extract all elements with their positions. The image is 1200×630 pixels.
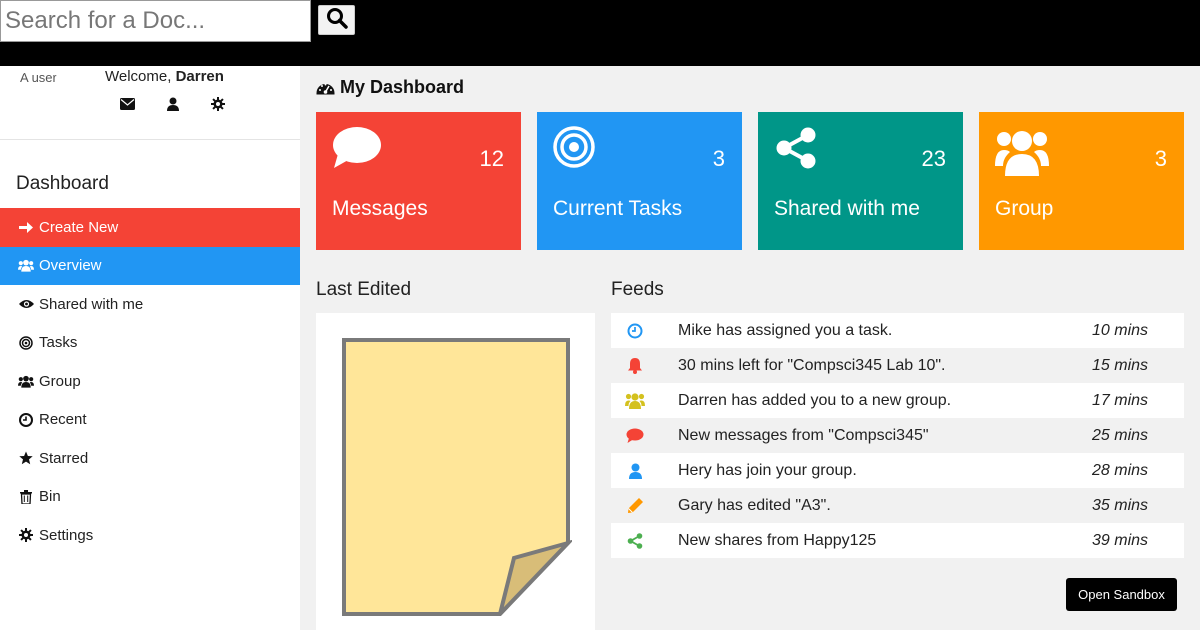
pencil-icon bbox=[611, 497, 659, 514]
sidebar: A user Welcome, Darren Dashboard Create … bbox=[0, 66, 300, 630]
sidebar-item-label: Starred bbox=[39, 449, 89, 467]
sidebar-item-overview[interactable]: Overview bbox=[0, 246, 300, 285]
feed-time: 28 mins bbox=[1092, 461, 1149, 479]
card-shared-with-me[interactable]: 23 Shared with me bbox=[758, 112, 963, 250]
clock-icon bbox=[18, 412, 34, 428]
card-label: Messages bbox=[332, 197, 428, 220]
feed-text: 30 mins left for "Compsci345 Lab 10". bbox=[678, 356, 946, 374]
comment-icon bbox=[332, 126, 382, 175]
feed-item[interactable]: Hery has join your group. 28 mins bbox=[611, 453, 1184, 488]
user-icon bbox=[611, 463, 659, 479]
page-title-text: My Dashboard bbox=[340, 77, 465, 97]
card-group[interactable]: 3 Group bbox=[979, 112, 1184, 250]
feed-time: 39 mins bbox=[1092, 531, 1149, 549]
sidebar-item-label: Create New bbox=[39, 218, 119, 236]
sidebar-item-starred[interactable]: Starred bbox=[0, 439, 300, 478]
sidebar-item-bin[interactable]: Bin bbox=[0, 478, 300, 517]
feed-text: Darren has added you to a new group. bbox=[678, 391, 952, 409]
feed-text: Mike has assigned you a task. bbox=[678, 321, 893, 339]
last-edited-title: Last Edited bbox=[316, 279, 412, 300]
sidebar-item-settings[interactable]: Settings bbox=[0, 516, 300, 555]
sidebar-item-label: Settings bbox=[39, 526, 94, 544]
feed-item[interactable]: Darren has added you to a new group. 17 … bbox=[611, 383, 1184, 418]
dashboard-icon bbox=[316, 80, 335, 95]
sidebar-item-tasks[interactable]: Tasks bbox=[0, 324, 300, 363]
users-icon bbox=[18, 258, 34, 274]
arrow-right-icon bbox=[18, 219, 34, 235]
card-messages[interactable]: 12 Messages bbox=[316, 112, 521, 250]
feed-text: New shares from Happy125 bbox=[678, 531, 877, 549]
feeds-list: Mike has assigned you a task. 10 mins 30… bbox=[611, 313, 1184, 558]
sidebar-item-label: Recent bbox=[39, 411, 87, 429]
gear-icon[interactable] bbox=[210, 96, 225, 111]
avatar: A user bbox=[16, 68, 62, 112]
welcome-message: Welcome, Darren bbox=[105, 68, 224, 85]
share-icon bbox=[611, 532, 659, 549]
clock-icon bbox=[611, 323, 659, 339]
comment-icon bbox=[611, 428, 659, 443]
star-icon bbox=[18, 450, 34, 466]
trash-icon bbox=[18, 489, 34, 505]
card-count: 3 bbox=[712, 146, 725, 171]
envelope-icon[interactable] bbox=[120, 96, 135, 111]
feed-text: New messages from "Compsci345" bbox=[678, 426, 929, 444]
sidebar-item-label: Overview bbox=[39, 257, 102, 275]
feed-time: 15 mins bbox=[1092, 356, 1149, 374]
open-sandbox-button[interactable]: Open Sandbox bbox=[1066, 578, 1177, 611]
sidebar-item-create-new[interactable]: Create New bbox=[0, 208, 300, 247]
feed-item[interactable]: 30 mins left for "Compsci345 Lab 10". 15… bbox=[611, 348, 1184, 383]
card-count: 23 bbox=[921, 146, 946, 171]
users-icon bbox=[611, 392, 659, 409]
card-label: Group bbox=[995, 197, 1054, 220]
top-bar bbox=[0, 0, 1200, 66]
feed-time: 17 mins bbox=[1092, 391, 1149, 409]
search-icon bbox=[326, 7, 348, 34]
last-edited-panel bbox=[316, 313, 595, 630]
sidebar-item-shared-with-me[interactable]: Shared with me bbox=[0, 285, 300, 324]
welcome-text: Welcome, bbox=[105, 68, 176, 85]
sidebar-item-label: Tasks bbox=[39, 334, 78, 352]
feed-text: Hery has join your group. bbox=[678, 461, 857, 479]
user-icon[interactable] bbox=[165, 96, 180, 111]
document-icon[interactable] bbox=[342, 338, 575, 621]
feed-item[interactable]: New messages from "Compsci345" 25 mins bbox=[611, 418, 1184, 453]
feeds-title: Feeds bbox=[611, 279, 664, 300]
page-title: My Dashboard bbox=[316, 77, 464, 98]
gear-icon bbox=[18, 527, 34, 543]
profile-panel: A user Welcome, Darren bbox=[0, 66, 300, 140]
target-icon bbox=[553, 126, 595, 173]
feed-item[interactable]: New shares from Happy125 39 mins bbox=[611, 523, 1184, 558]
sidebar-heading: Dashboard bbox=[16, 173, 109, 194]
feed-item[interactable]: Mike has assigned you a task. 10 mins bbox=[611, 313, 1184, 348]
target-icon bbox=[18, 335, 34, 351]
users-icon bbox=[995, 126, 1049, 181]
users-icon bbox=[18, 373, 34, 389]
card-current-tasks[interactable]: 3 Current Tasks bbox=[537, 112, 742, 250]
feed-text: Gary has edited "A3". bbox=[678, 496, 831, 514]
card-label: Current Tasks bbox=[553, 197, 683, 220]
sidebar-menu: Create New Overview Shared with me Tasks… bbox=[0, 208, 300, 555]
card-count: 12 bbox=[479, 146, 504, 171]
card-count: 3 bbox=[1154, 146, 1167, 171]
search-input[interactable] bbox=[0, 0, 311, 42]
sidebar-item-recent[interactable]: Recent bbox=[0, 401, 300, 440]
sidebar-item-label: Bin bbox=[39, 488, 61, 506]
share-icon bbox=[774, 126, 818, 175]
sidebar-item-label: Group bbox=[39, 372, 81, 390]
feed-time: 35 mins bbox=[1092, 496, 1149, 514]
sidebar-item-group[interactable]: Group bbox=[0, 362, 300, 401]
card-label: Shared with me bbox=[774, 197, 920, 220]
user-name: Darren bbox=[175, 68, 224, 85]
eye-icon bbox=[18, 296, 34, 312]
feed-time: 10 mins bbox=[1092, 321, 1149, 339]
bell-icon bbox=[611, 357, 659, 374]
sidebar-item-label: Shared with me bbox=[39, 295, 144, 313]
feed-item[interactable]: Gary has edited "A3". 35 mins bbox=[611, 488, 1184, 523]
feed-time: 25 mins bbox=[1092, 426, 1149, 444]
search-button[interactable] bbox=[318, 5, 355, 35]
